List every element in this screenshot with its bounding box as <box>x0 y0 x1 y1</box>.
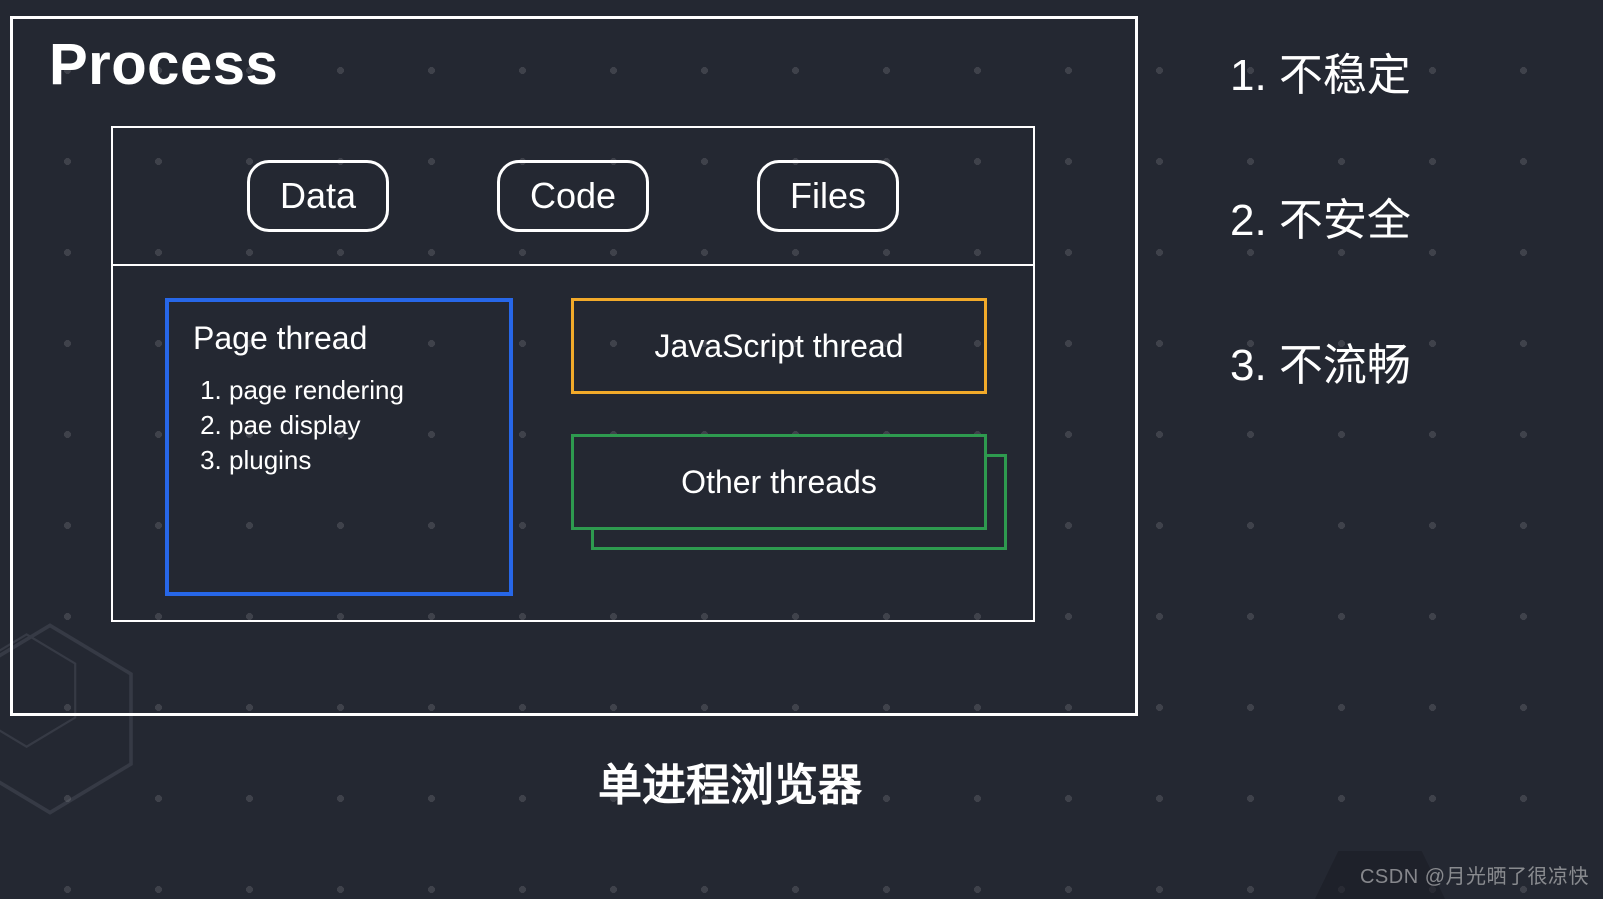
threads-area: Page thread page rendering pae display p… <box>113 266 1033 620</box>
other-threads-title: Other threads <box>681 464 877 501</box>
page-thread-box: Page thread page rendering pae display p… <box>165 298 513 596</box>
side-point-3: 3. 不流畅 <box>1230 340 1411 393</box>
other-threads-group: Other threads <box>571 434 1007 552</box>
side-point-2: 2. 不安全 <box>1230 195 1411 248</box>
page-thread-title: Page thread <box>193 320 485 357</box>
resource-code: Code <box>497 160 649 232</box>
side-points-list: 1. 不稳定 2. 不安全 3. 不流畅 <box>1230 50 1411 484</box>
resource-files: Files <box>757 160 899 232</box>
process-container: Process Data Code Files Page thread page… <box>10 16 1138 716</box>
diagram-caption: 单进程浏览器 <box>0 749 1460 813</box>
other-threads-box-front: Other threads <box>571 434 987 530</box>
process-title: Process <box>49 31 1105 98</box>
page-thread-list: page rendering pae display plugins <box>193 373 485 478</box>
watermark: CSDN @月光晒了很凉快 <box>1360 860 1589 889</box>
process-inner-container: Data Code Files Page thread page renderi… <box>111 126 1035 622</box>
resource-row: Data Code Files <box>113 128 1033 266</box>
javascript-thread-box: JavaScript thread <box>571 298 987 394</box>
page-thread-item: page rendering <box>229 373 485 408</box>
page-thread-item: plugins <box>229 443 485 478</box>
page-thread-item: pae display <box>229 408 485 443</box>
side-point-1: 1. 不稳定 <box>1230 50 1411 103</box>
javascript-thread-title: JavaScript thread <box>654 328 903 365</box>
resource-data: Data <box>247 160 389 232</box>
